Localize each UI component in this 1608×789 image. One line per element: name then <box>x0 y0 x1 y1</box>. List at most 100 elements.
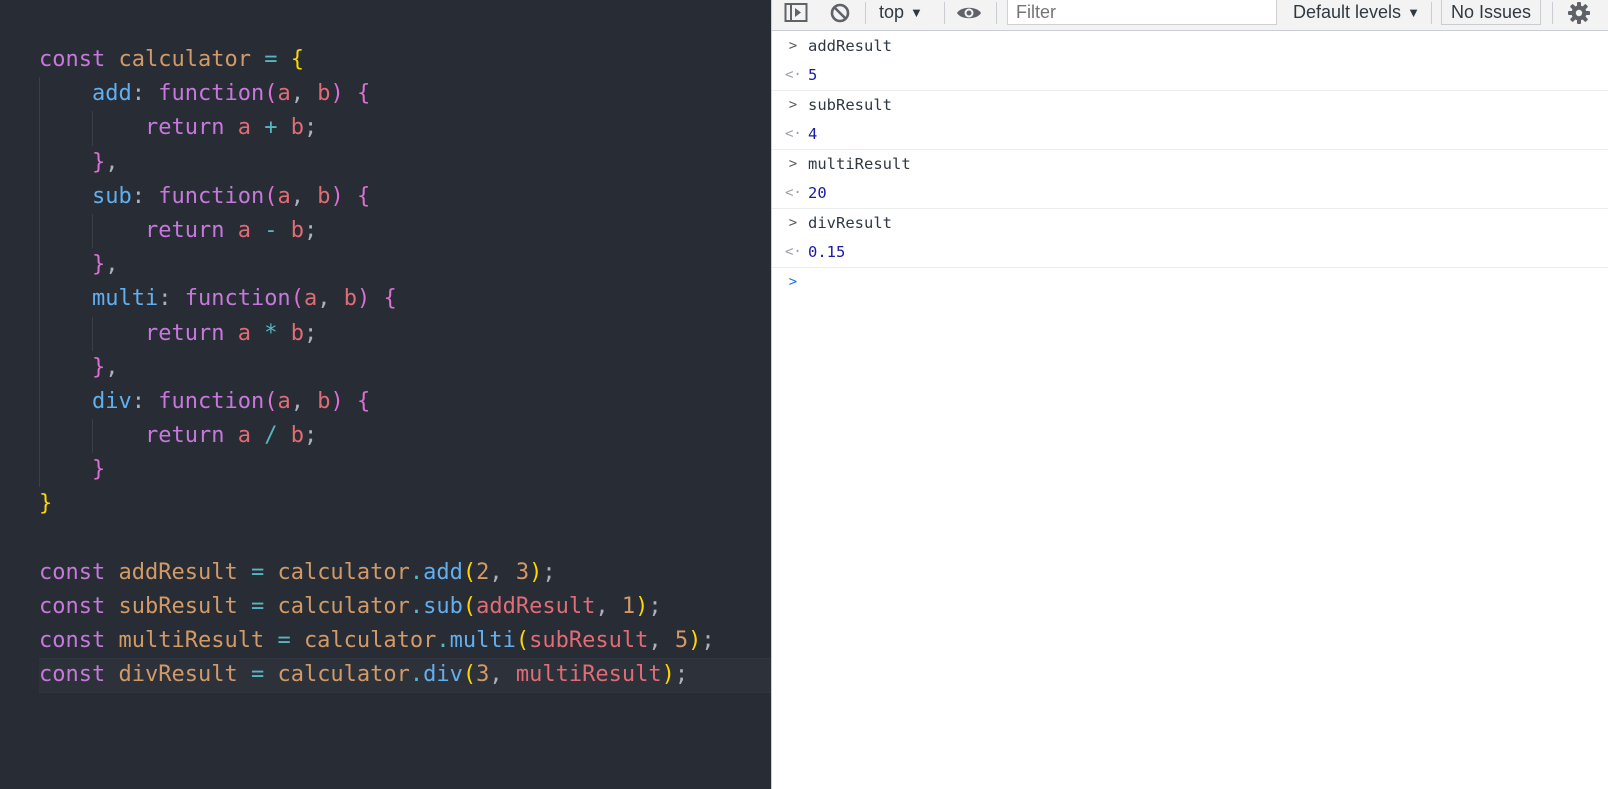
keyword: const <box>39 662 106 688</box>
variable: divResult <box>118 662 238 688</box>
param: a <box>277 81 291 107</box>
method: div <box>423 662 463 688</box>
keyword: return <box>144 115 225 141</box>
code-line: div: function(a, b) { <box>39 384 771 420</box>
console-input-row[interactable]: > subResult <box>772 91 1608 120</box>
sidebar-toggle-icon <box>784 2 808 22</box>
sidebar-toggle-button[interactable] <box>784 0 808 25</box>
log-levels-dropdown[interactable]: Default levels ▼ <box>1293 0 1420 25</box>
input-expression: addResult <box>808 37 892 55</box>
keyword: return <box>144 217 225 243</box>
method: multi <box>449 628 516 654</box>
code-line: return a + b; <box>39 111 771 146</box>
input-expression: subResult <box>808 96 892 114</box>
number: 2 <box>476 559 490 585</box>
caret-down-icon: ▼ <box>1407 5 1420 20</box>
output-value: 4 <box>808 125 818 143</box>
console-input-row[interactable]: > addResult <box>772 32 1608 61</box>
code-line: }, <box>39 145 771 180</box>
keyword: const <box>39 628 106 654</box>
variable: calculator <box>303 628 437 654</box>
return-arrow-icon: <· <box>785 185 802 201</box>
param: b <box>290 320 304 346</box>
output-value: 5 <box>808 66 818 84</box>
caret-down-icon: ▼ <box>910 5 923 20</box>
method: sub <box>423 594 463 619</box>
live-expression-button[interactable] <box>956 0 982 25</box>
property: multi <box>91 286 159 312</box>
code-line: }, <box>39 350 771 385</box>
param: a <box>237 217 251 243</box>
clear-console-button[interactable] <box>829 0 851 25</box>
property: add <box>91 81 132 107</box>
console-output-row: <· 4 <box>772 120 1608 149</box>
settings-button[interactable] <box>1567 0 1591 25</box>
number: 3 <box>515 559 530 585</box>
console-output-row: <· 5 <box>772 61 1608 90</box>
param: b <box>317 183 331 209</box>
number: 3 <box>476 662 490 688</box>
method: add <box>423 559 463 585</box>
keyword: function <box>158 388 265 414</box>
log-levels-label: Default levels <box>1293 2 1402 22</box>
variable: addResult <box>118 559 238 585</box>
keyword: const <box>39 594 106 619</box>
console-prompt[interactable]: > <box>772 268 1608 297</box>
keyword: function <box>158 81 265 107</box>
console-entry: > divResult <· 0.15 <box>772 209 1608 268</box>
code-editor[interactable]: const calculator = { add: function(a, b)… <box>0 0 771 789</box>
console-entry: > multiResult <· 20 <box>772 150 1608 209</box>
code-line: const multiResult = calculator.multi(sub… <box>39 628 715 654</box>
issues-button[interactable]: No Issues <box>1441 0 1541 25</box>
gear-icon <box>1568 1 1590 24</box>
return-arrow-icon: <· <box>785 244 802 260</box>
param: a <box>237 423 251 449</box>
code-line: add: function(a, b) { <box>39 77 771 112</box>
param: b <box>343 286 357 312</box>
property: div <box>91 388 132 414</box>
output-value: 20 <box>808 184 827 202</box>
code-line: sub: function(a, b) { <box>39 179 771 214</box>
number: 1 <box>621 594 636 619</box>
code-line: }, <box>39 248 771 283</box>
console-input-row[interactable]: > multiResult <box>772 150 1608 179</box>
param: b <box>317 388 331 414</box>
chevron-right-icon: > <box>788 38 798 54</box>
console-entry: > subResult <· 4 <box>772 91 1608 150</box>
console-entry: > addResult <· 5 <box>772 32 1608 91</box>
argument: addResult <box>476 594 596 619</box>
param: a <box>237 320 251 346</box>
context-selector[interactable]: top ▼ <box>879 0 923 25</box>
argument: multiResult <box>515 662 662 688</box>
number: 5 <box>674 628 689 654</box>
chevron-right-icon: > <box>788 156 798 172</box>
code-line-active: const divResult = calculator.div(3, mult… <box>39 658 771 693</box>
input-expression: multiResult <box>808 155 911 173</box>
console-output-row: <· 20 <box>772 179 1608 208</box>
variable: calculator <box>277 594 410 619</box>
issues-label: No Issues <box>1450 1 1532 22</box>
return-arrow-icon: <· <box>785 67 802 83</box>
variable: subResult <box>118 594 238 619</box>
param: a <box>303 286 318 312</box>
return-arrow-icon: <· <box>785 126 802 142</box>
keyword: function <box>158 183 265 209</box>
output-value: 0.15 <box>808 243 846 261</box>
console-output-row: <· 0.15 <box>772 238 1608 267</box>
param: a <box>277 388 291 414</box>
code-line: return a - b; <box>39 213 771 249</box>
filter-input[interactable] <box>1007 0 1277 25</box>
input-expression: divResult <box>808 214 892 232</box>
param: b <box>290 115 304 141</box>
param: b <box>290 423 304 449</box>
property: sub <box>91 183 132 209</box>
code-line: multi: function(a, b) { <box>39 282 771 317</box>
code-line: } <box>39 491 53 517</box>
devtools-console: top ▼ Default levels ▼ No Issues <box>771 0 1608 789</box>
code-line: const subResult = calculator.sub(addResu… <box>39 594 662 619</box>
console-input-row[interactable]: > divResult <box>772 209 1608 238</box>
code-line: return a * b; <box>39 316 771 351</box>
keyword: const <box>39 559 106 585</box>
code-line: } <box>39 453 771 488</box>
